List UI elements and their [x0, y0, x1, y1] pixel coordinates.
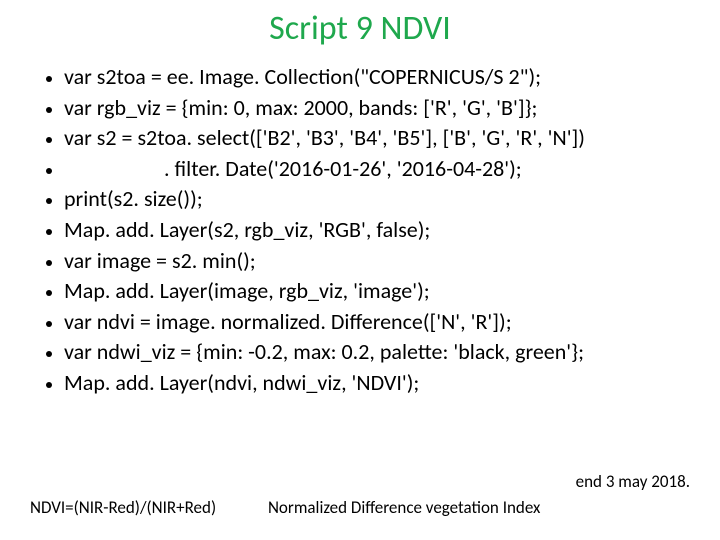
code-line: print(s2. size());	[64, 185, 690, 216]
code-line-indent: . filter. Date('2016-01-26', '2016-04-28…	[64, 155, 522, 184]
slide: Script 9 NDVI var s2toa = ee. Image. Col…	[0, 0, 720, 540]
footer: end 3 may 2018. NDVI=(NIR-Red)/(NIR+Red)…	[30, 497, 690, 518]
code-line: var s2toa = ee. Image. Collection("COPER…	[64, 63, 690, 94]
footer-date: end 3 may 2018.	[576, 471, 690, 492]
code-line: Map. add. Layer(image, rgb_viz, 'image')…	[64, 277, 690, 308]
code-line: var ndvi = image. normalized. Difference…	[64, 308, 690, 339]
code-line: var s2 = s2toa. select(['B2', 'B3', 'B4'…	[64, 124, 690, 155]
slide-title: Script 9 NDVI	[30, 8, 690, 49]
code-line: var image = s2. min();	[64, 247, 690, 278]
code-line: Map. add. Layer(ndvi, ndwi_viz, 'NDVI');	[64, 369, 690, 400]
code-line: var ndwi_viz = {min: -0.2, max: 0.2, pal…	[64, 338, 690, 369]
code-line: var rgb_viz = {min: 0, max: 2000, bands:…	[64, 94, 690, 125]
footer-caption: Normalized Difference vegetation Index	[268, 497, 540, 518]
code-line: Map. add. Layer(s2, rgb_viz, 'RGB', fals…	[64, 216, 690, 247]
code-line: . filter. Date('2016-01-26', '2016-04-28…	[64, 155, 690, 186]
code-list: var s2toa = ee. Image. Collection("COPER…	[30, 63, 690, 400]
footer-formula: NDVI=(NIR-Red)/(NIR+Red)	[30, 497, 216, 518]
